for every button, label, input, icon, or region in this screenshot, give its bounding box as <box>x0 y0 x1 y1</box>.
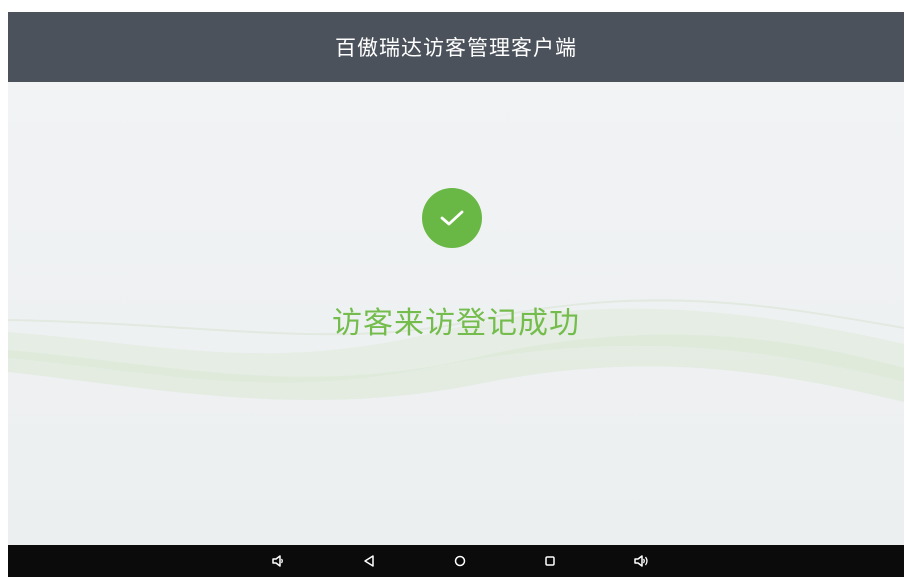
app-title: 百傲瑞达访客管理客户端 <box>335 36 577 60</box>
recent-apps-icon[interactable] <box>542 553 558 569</box>
success-check-icon <box>422 188 482 248</box>
title-bar: 百傲瑞达访客管理客户端 <box>8 12 904 82</box>
volume-down-icon[interactable] <box>270 553 286 569</box>
home-icon[interactable] <box>452 553 468 569</box>
volume-up-icon[interactable] <box>634 553 650 569</box>
android-navigation-bar <box>8 545 904 577</box>
app-screen: 百傲瑞达访客管理客户端 访客来访登记成功 <box>8 12 904 577</box>
success-message: 访客来访登记成功 <box>332 306 580 341</box>
success-panel: 访客来访登记成功 <box>8 82 904 545</box>
back-icon[interactable] <box>361 553 377 569</box>
